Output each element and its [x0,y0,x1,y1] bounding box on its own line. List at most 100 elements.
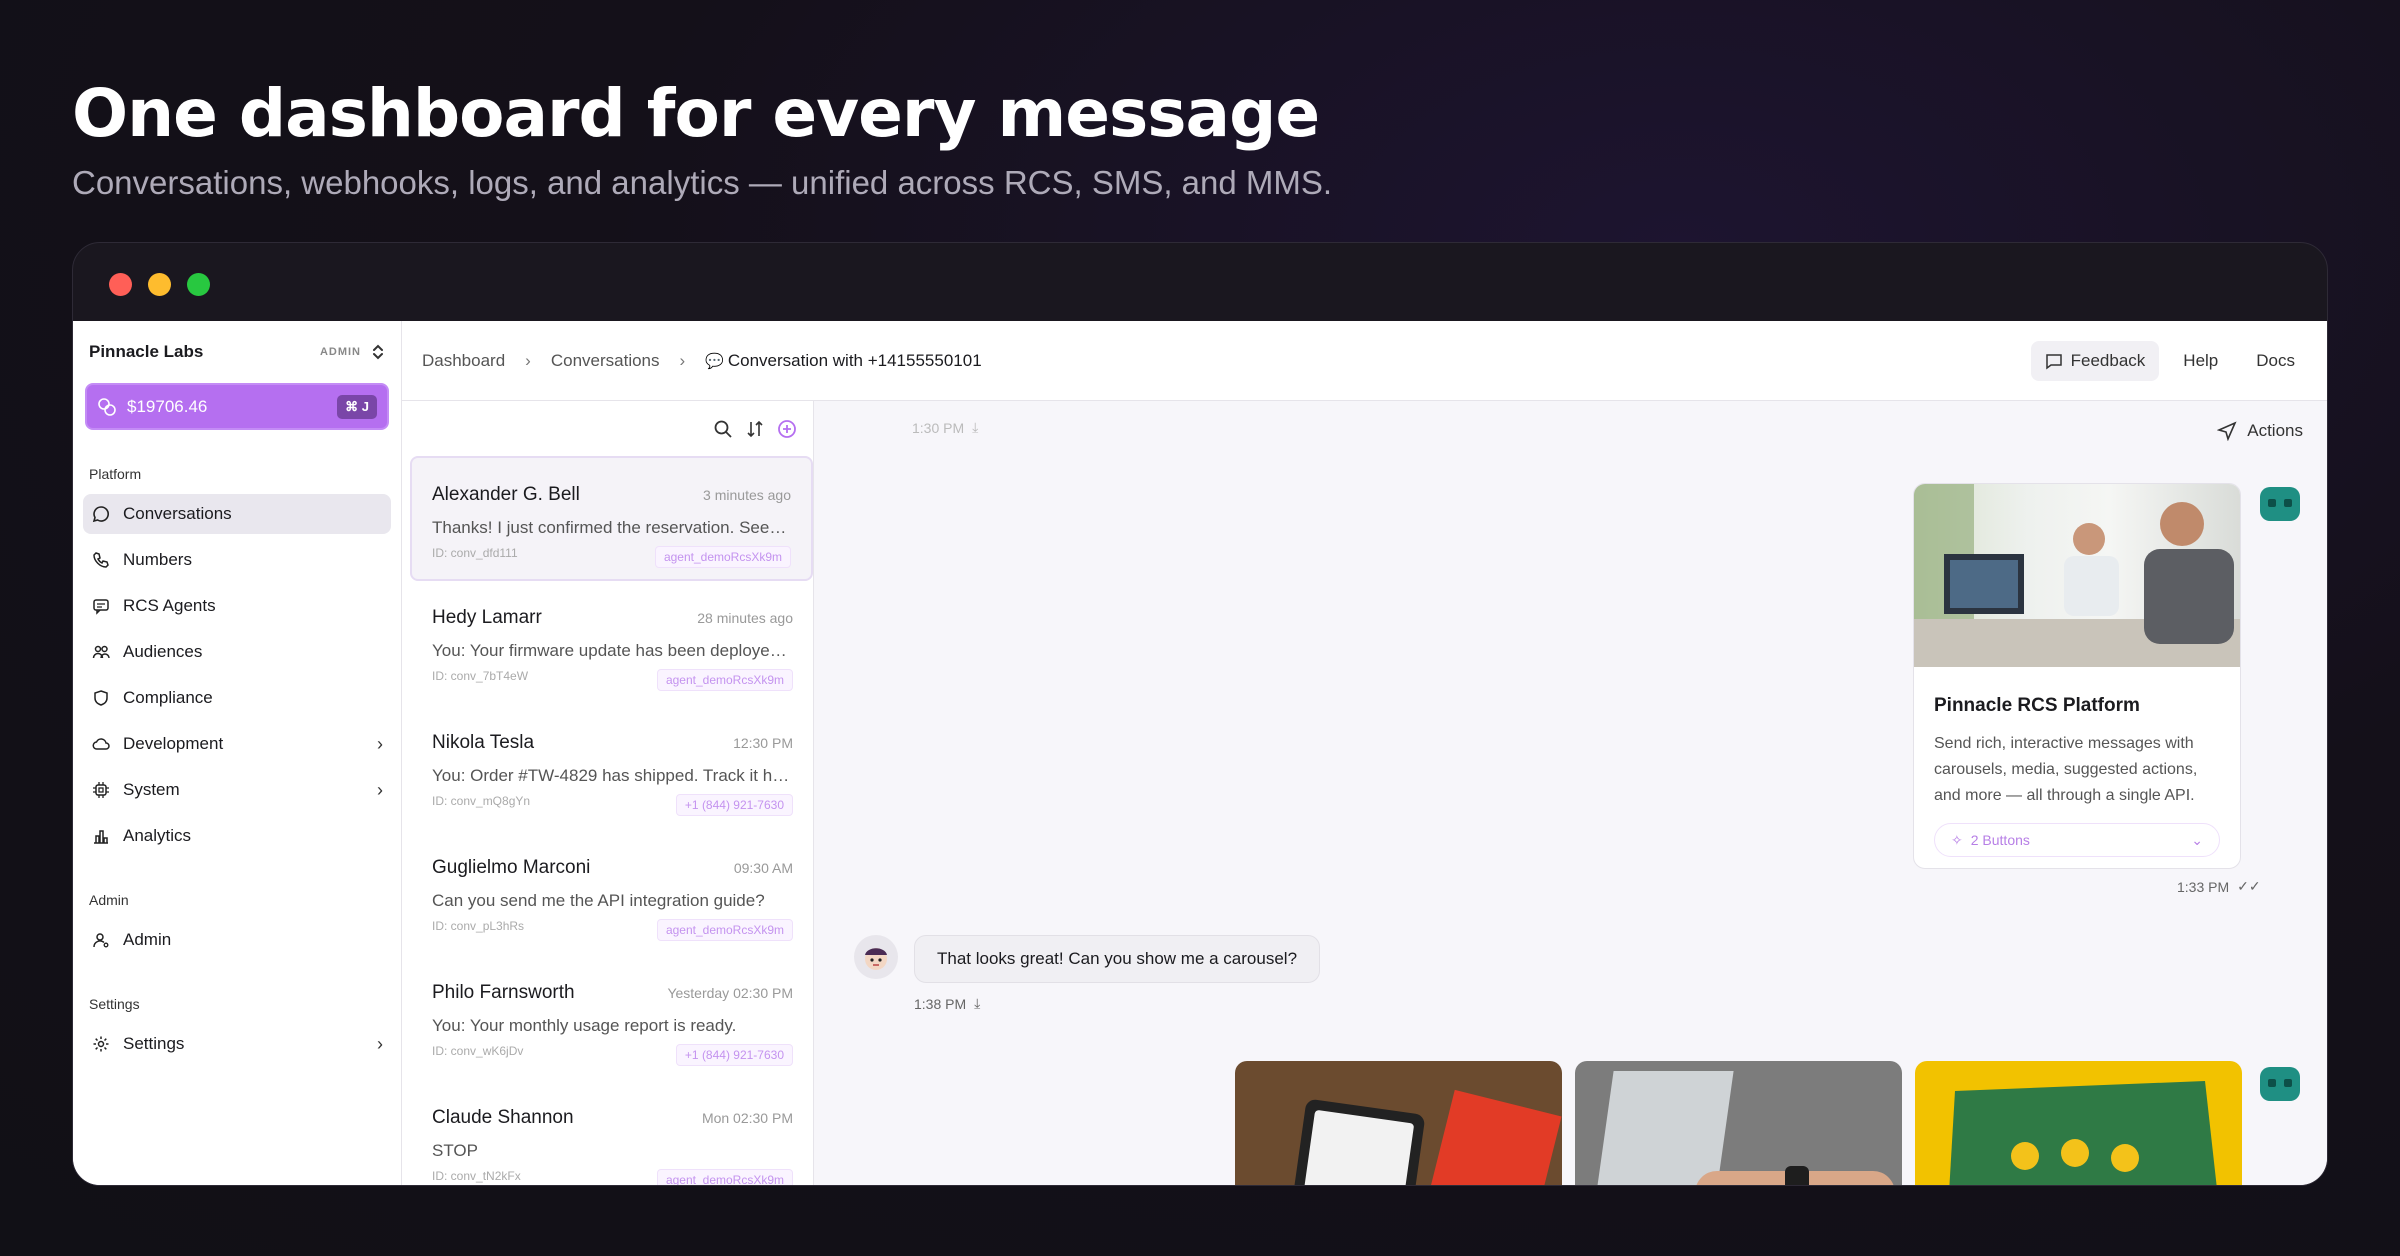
send-icon [2217,421,2237,441]
maximize-window-dot[interactable] [187,273,210,296]
docs-link[interactable]: Docs [2242,341,2309,381]
org-name: Pinnacle Labs [89,342,204,361]
sidebar-item-label: Development [123,734,224,753]
conversation-preview: STOP [432,1141,478,1160]
conversation-time: 3 minutes ago [703,487,791,503]
list-item[interactable]: Guglielmo Marconi 09:30 AM Can you send m… [402,831,813,956]
sidebar-item-rcs-agents[interactable]: RCS Agents [83,586,391,626]
sidebar-item-label: Admin [123,930,172,949]
sidebar-item-compliance[interactable]: Compliance [83,678,391,718]
sidebar-item-label: Settings [123,1034,185,1053]
sidebar-item-label: RCS Agents [123,596,216,615]
credit-balance-button[interactable]: $19706.46 ⌘ J [85,383,389,430]
conversation-id: ID: conv_7bT4eW [432,669,529,683]
bot-avatar-icon [2260,1067,2300,1101]
list-item[interactable]: Hedy Lamarr 28 minutes ago You: Your firm… [402,581,813,706]
section-platform: Platform [89,466,142,482]
timestamp-text: 1:30 PM [912,419,965,436]
sidebar-item-conversations[interactable]: Conversations [83,494,391,534]
speech-bubble-icon: 💬 [705,352,724,370]
list-item[interactable]: Alexander G. Bell 3 minutes ago Thanks! I… [410,456,813,581]
rich-card: Pinnacle RCS Platform Send rich, interac… [1913,483,2241,869]
tablet-photo-icon [1285,1089,1562,1185]
close-window-dot[interactable] [109,273,132,296]
feedback-label: Feedback [2070,350,2146,370]
search-icon[interactable] [713,419,733,439]
contact-name: Philo Farnsworth [432,982,575,1003]
actions-button[interactable]: Actions [2217,421,2303,441]
sidebar-item-numbers[interactable]: Numbers [83,540,391,580]
breadcrumb-conversations[interactable]: Conversations [551,351,660,371]
contact-name: Claude Shannon [432,1107,574,1128]
chevron-down-icon: ⌄ [2191,831,2203,848]
card-image [1914,484,2240,667]
credit-balance: $19706.46 [127,396,208,416]
contact-name: Nikola Tesla [432,732,535,753]
users-icon [91,642,111,662]
conversation-id: ID: conv_mQ8gYn [432,794,531,808]
section-admin: Admin [89,892,129,908]
download-icon[interactable]: ⤓ [972,419,978,436]
list-item[interactable]: Nikola Tesla 12:30 PM You: Order #TW-4829… [402,706,813,831]
org-switcher[interactable]: Pinnacle Labs ADMIN [83,321,391,383]
list-item[interactable]: Claude Shannon Mon 02:30 PM STOP ID: conv… [402,1081,813,1185]
carousel-card-image [1575,1061,1902,1185]
sidebar-item-system[interactable]: System › [83,770,391,810]
list-item[interactable]: Philo Farnsworth Yesterday 02:30 PM You: … [402,956,813,1081]
double-check-icon: ✓✓ [2237,878,2261,894]
conversation-id: ID: conv_dfd111 [432,546,518,560]
timestamp-text: 1:33 PM [2177,878,2230,895]
feedback-button[interactable]: Feedback [2030,340,2160,381]
contact-name: Guglielmo Marconi [432,857,591,878]
bar-chart-icon [91,826,111,846]
app-window: Pinnacle Labs ADMIN $19706.46 ⌘ J Platfo… [72,242,2328,1186]
sidebar-item-analytics[interactable]: Analytics [83,816,391,856]
chat-thread: 1:30 PM ⤓ Actions Pinnacle RCS Platform … [814,401,2327,1185]
sidebar-item-settings[interactable]: Settings › [83,1024,391,1064]
message-timestamp: 1:30 PM ⤓ [912,419,978,436]
card-buttons-dropdown[interactable]: ✧ 2 Buttons ⌄ [1934,823,2220,857]
sort-icon[interactable] [745,419,765,439]
message-text: That looks great! Can you show me a caro… [937,949,1298,968]
contact-name: Alexander G. Bell [432,484,580,505]
conversation-time: 09:30 AM [733,860,793,876]
sender-tag: agent_demoRcsXk9m [656,919,793,941]
credit-shortcut: ⌘ J [337,394,377,419]
main-panel: Dashboard › Conversations › 💬 Conversati… [402,321,2327,1185]
sidebar-item-admin[interactable]: Admin [83,920,391,960]
sender-tag: agent_demoRcsXk9m [656,669,793,691]
actions-label: Actions [2247,421,2303,440]
sparkle-icon: ✧ [1951,831,1963,848]
sidebar-item-label: System [123,780,180,799]
sidebar-item-label: Conversations [123,504,232,523]
minimize-window-dot[interactable] [148,273,171,296]
sidebar-item-development[interactable]: Development › [83,724,391,764]
sidebar-item-label: Numbers [123,550,192,569]
conversation-preview: You: Order #TW-4829 has shipped. Track i… [432,766,792,785]
chevrons-up-down-icon [373,344,383,360]
conversation-time: Mon 02:30 PM [701,1110,793,1126]
laptop-touch-photo-icon [1586,1071,1894,1185]
message-square-icon [91,596,111,616]
sidebar-item-audiences[interactable]: Audiences [83,632,391,672]
content: Alexander G. Bell 3 minutes ago Thanks! I… [402,401,2327,1185]
breadcrumb-dashboard[interactable]: Dashboard [422,351,505,371]
puzzle-photo-icon [1949,1081,2217,1185]
card-title: Pinnacle RCS Platform [1934,695,2140,716]
app: Pinnacle Labs ADMIN $19706.46 ⌘ J Platfo… [73,321,2327,1185]
sender-tag: +1 (844) 921-7630 [675,1044,793,1066]
download-icon[interactable]: ⤓ [974,995,980,1012]
sidebar-item-label: Analytics [123,826,192,845]
add-circle-icon[interactable] [777,419,797,439]
cpu-icon [91,780,111,800]
chevron-right-icon: › [377,779,383,800]
breadcrumb-separator-icon: › [525,350,531,370]
user-avatar [854,935,898,979]
help-link[interactable]: Help [2169,341,2232,381]
conversation-id: ID: conv_wK6jDv [432,1044,524,1058]
list-toolbar [402,401,813,456]
hero-title: One dashboard for every message [72,75,1320,152]
sidebar-item-label: Audiences [123,642,203,661]
card-body: Send rich, interactive messages with car… [1934,735,2198,804]
conversation-list: Alexander G. Bell 3 minutes ago Thanks! I… [402,401,814,1185]
